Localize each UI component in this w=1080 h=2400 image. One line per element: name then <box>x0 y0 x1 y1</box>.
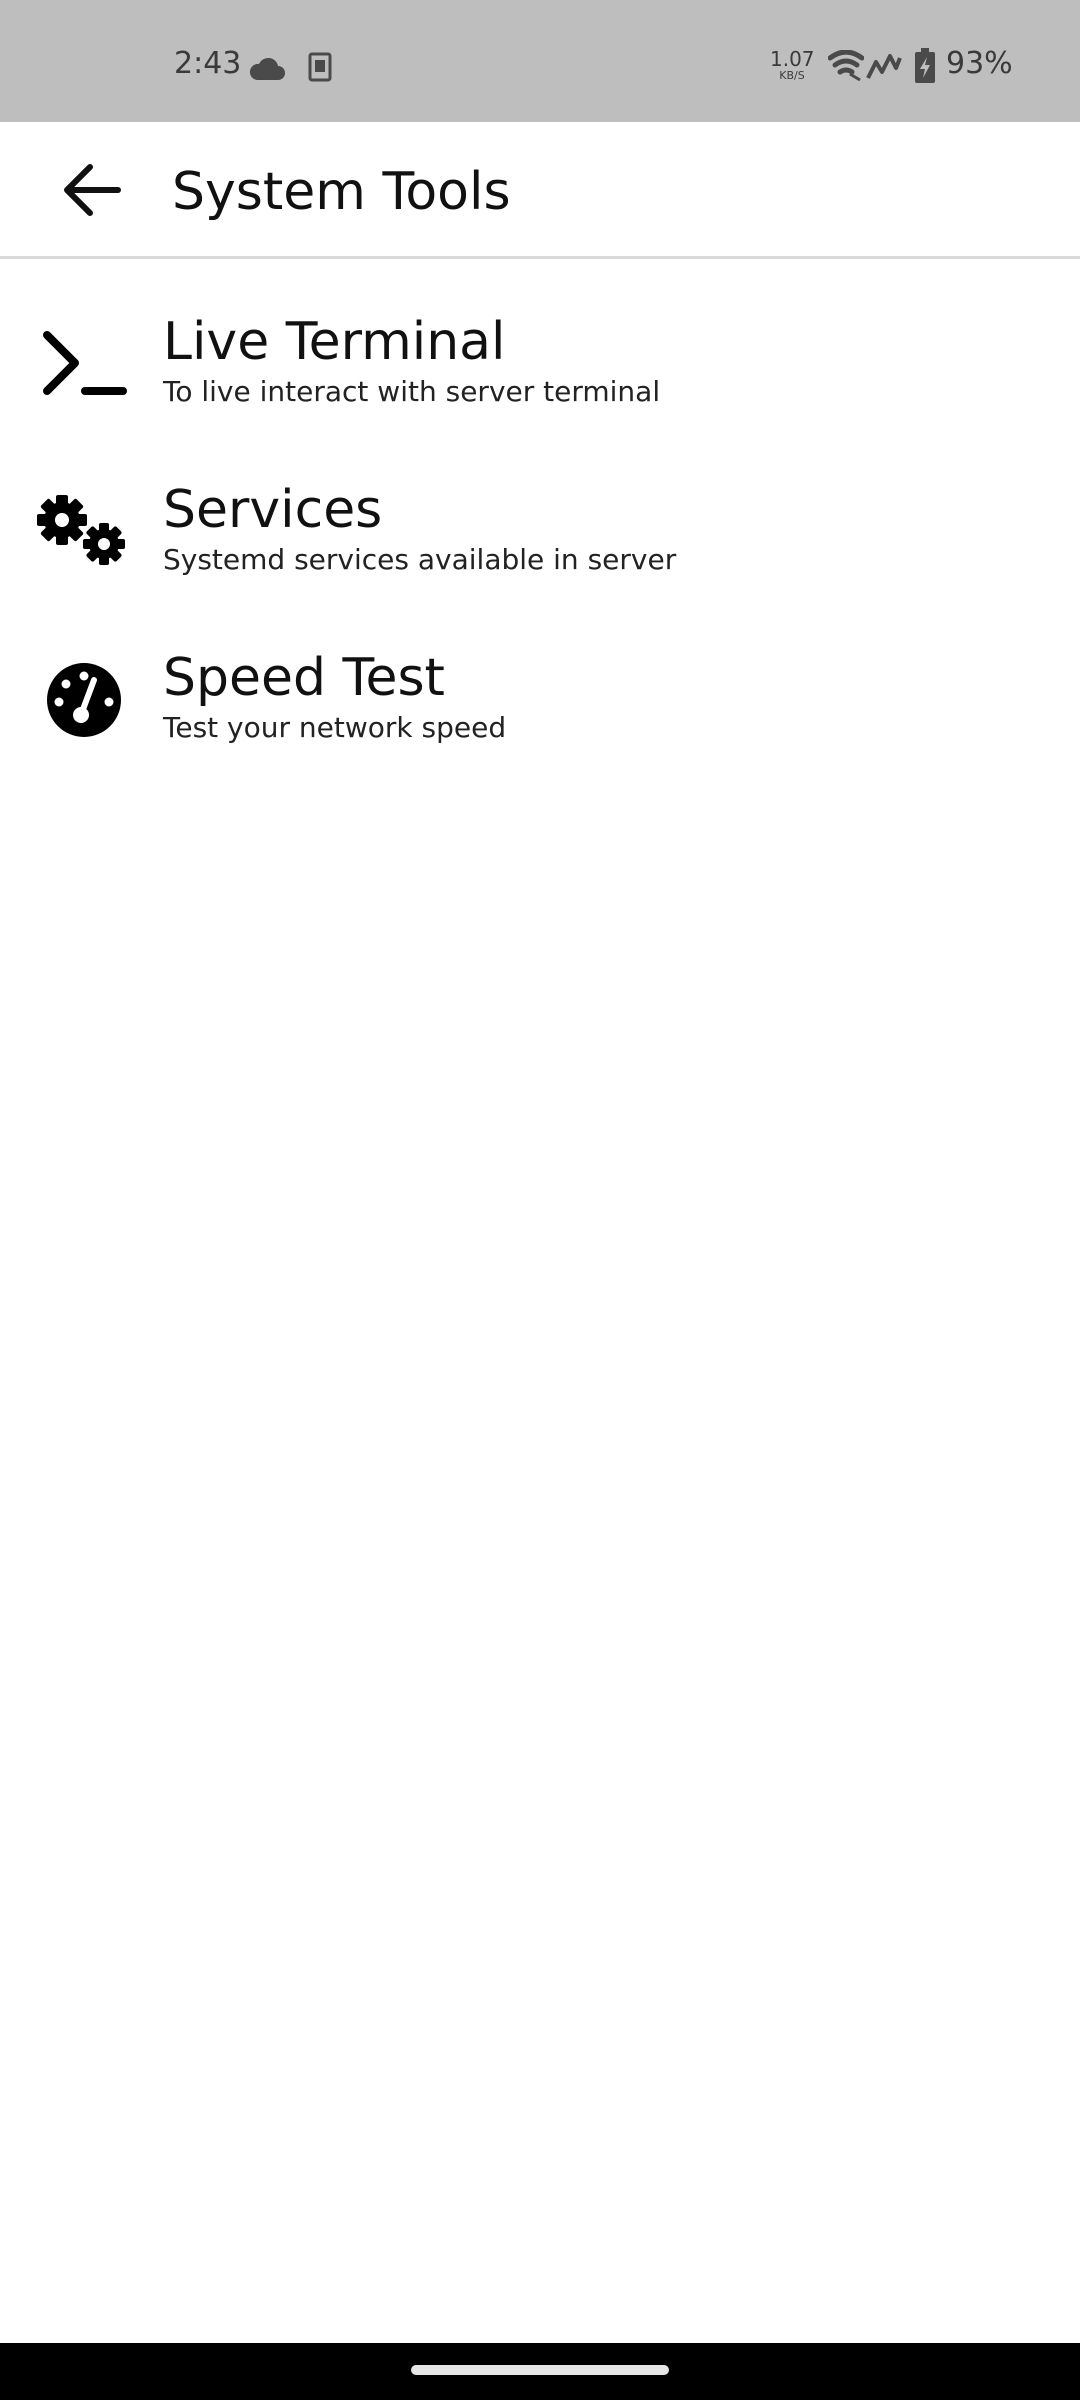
screen: 2:43 1.07 KB/S 93% System Tools Live Ter… <box>0 0 1080 2400</box>
tools-list: Live Terminal To live interact with serv… <box>0 290 1080 794</box>
back-button[interactable] <box>52 152 132 232</box>
speedometer-icon <box>34 650 134 750</box>
app-bar: System Tools <box>0 122 1080 259</box>
terminal-icon <box>34 314 134 414</box>
signal-icon <box>866 52 902 84</box>
item-subtitle: Test your network speed <box>163 711 507 744</box>
arrow-left-icon <box>62 162 122 222</box>
item-title: Speed Test <box>163 648 445 708</box>
item-title: Services <box>163 480 383 540</box>
item-subtitle: To live interact with server terminal <box>163 375 661 408</box>
list-item-speed-test[interactable]: Speed Test Test your network speed <box>0 626 1080 794</box>
list-item-services[interactable]: Services Systemd services available in s… <box>0 458 1080 626</box>
sim-card-icon <box>308 52 332 86</box>
status-bar: 2:43 1.07 KB/S 93% <box>0 0 1080 122</box>
navigation-bar <box>0 2343 1080 2400</box>
network-speed-value: 1.07 <box>770 47 815 71</box>
gears-icon <box>34 482 134 582</box>
wifi-icon <box>827 49 865 86</box>
item-subtitle: Systemd services available in server <box>163 543 677 576</box>
item-title: Live Terminal <box>163 312 506 372</box>
network-speed-unit: KB/S <box>779 69 805 82</box>
page-title: System Tools <box>172 162 511 222</box>
list-item-live-terminal[interactable]: Live Terminal To live interact with serv… <box>0 290 1080 458</box>
home-handle[interactable] <box>411 2365 669 2375</box>
status-time: 2:43 <box>174 46 242 81</box>
cloud-icon <box>248 56 286 86</box>
battery-percent: 93% <box>946 46 1013 81</box>
battery-charging-icon <box>914 48 936 88</box>
network-speed: 1.07 KB/S <box>770 47 815 82</box>
